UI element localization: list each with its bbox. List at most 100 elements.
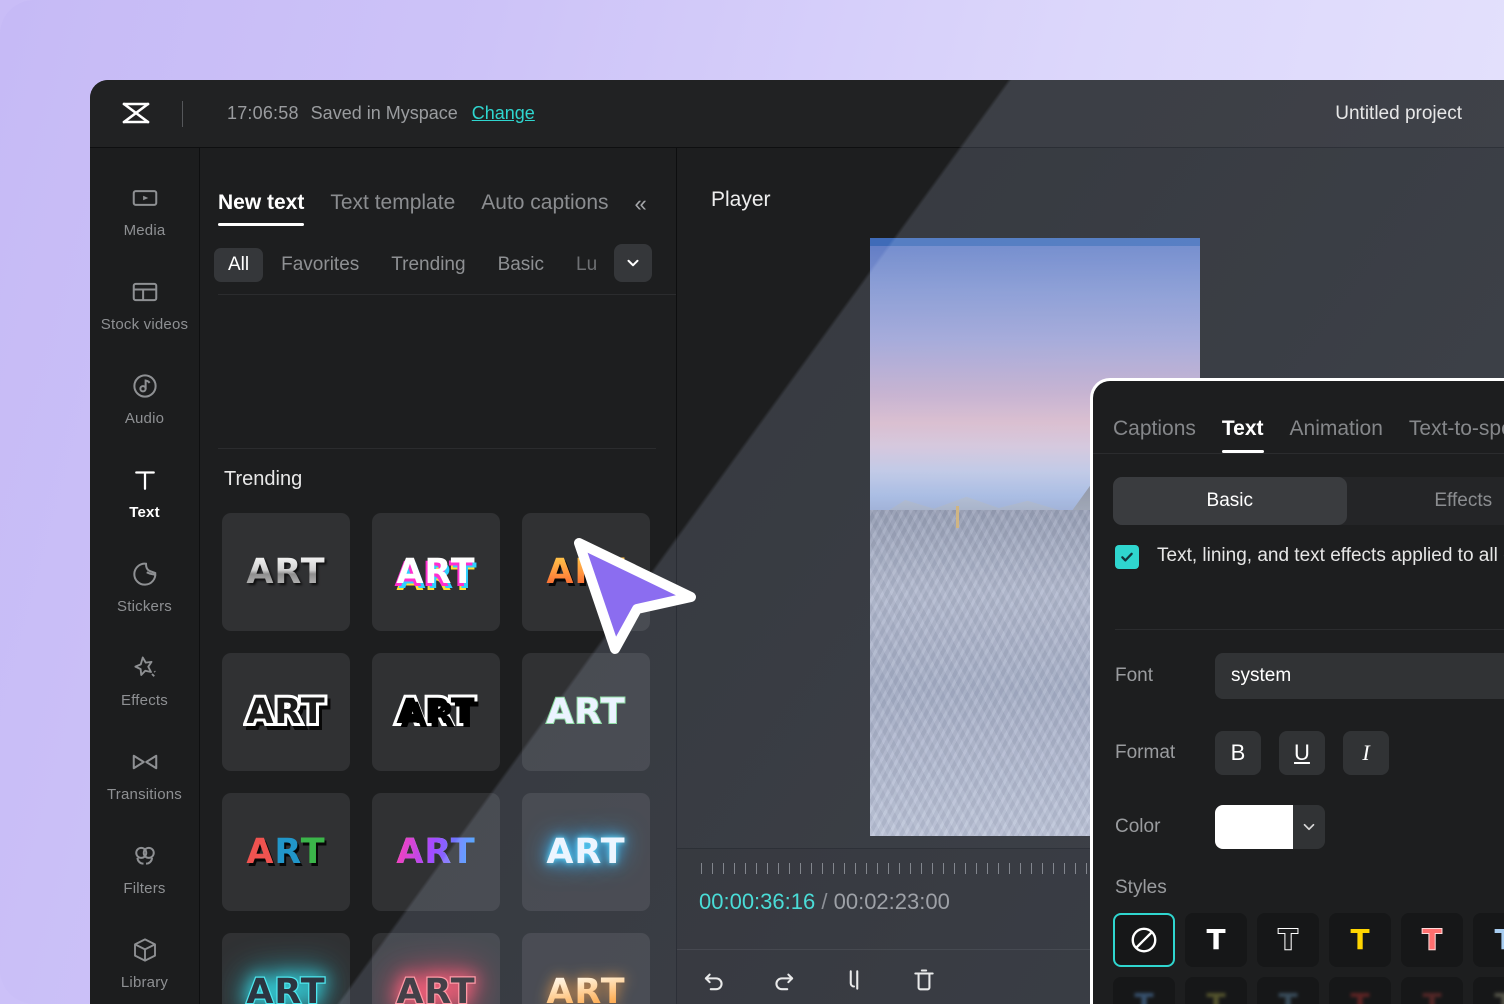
tabs-divider <box>218 294 676 295</box>
bold-button[interactable]: B <box>1215 731 1261 775</box>
style-swatch-none[interactable] <box>1113 913 1175 967</box>
italic-button[interactable]: I <box>1343 731 1389 775</box>
style-swatch-outline-white[interactable]: T <box>1257 913 1319 967</box>
tab-text[interactable]: Text <box>1221 417 1264 453</box>
tab-text-template[interactable]: Text template <box>330 191 455 226</box>
undo-icon[interactable] <box>695 961 733 999</box>
text-library-panel: New text Text template Auto captions « A… <box>200 148 677 1004</box>
apply-all-checkbox[interactable] <box>1115 545 1139 569</box>
color-picker[interactable] <box>1215 805 1325 849</box>
text-style-item[interactable]: ART <box>372 513 500 631</box>
color-swatch <box>1215 805 1293 849</box>
sidebar-item-audio[interactable]: Audio <box>90 352 199 446</box>
segment-effects[interactable]: Effects <box>1347 477 1504 525</box>
stock-videos-icon <box>130 277 160 307</box>
apply-all-captions-row: Text, lining, and text effects applied t… <box>1115 541 1504 571</box>
project-title[interactable]: Untitled project <box>1335 103 1462 125</box>
style-swatch-yellow[interactable]: T <box>1329 913 1391 967</box>
text-style-item[interactable]: ART <box>522 513 650 631</box>
text-style-item[interactable]: ART <box>372 653 500 771</box>
art-preview: ART <box>396 832 475 872</box>
trash-icon[interactable] <box>905 961 943 999</box>
text-style-item[interactable]: ART <box>522 653 650 771</box>
underline-button[interactable]: U <box>1279 731 1325 775</box>
text-style-grid: ART ART ART ART ART ART ART ART ART ART … <box>214 513 666 1004</box>
properties-tabs-divider <box>1093 453 1504 454</box>
art-preview: ART <box>546 832 626 872</box>
sidebar-item-library[interactable]: Library <box>90 916 199 1004</box>
text-icon <box>130 465 160 495</box>
color-label: Color <box>1115 816 1161 837</box>
text-style-item[interactable]: ART <box>372 793 500 911</box>
topbar-divider <box>182 100 183 127</box>
basic-effects-segmented-control: Basic Effects <box>1113 477 1504 525</box>
sidebar-item-transitions[interactable]: Transitions <box>90 728 199 822</box>
chip-favorites[interactable]: Favorites <box>267 248 373 282</box>
transitions-icon <box>130 747 160 777</box>
style-swatch-13[interactable]: T <box>1473 977 1504 1004</box>
sidebar-item-label: Filters <box>123 880 166 897</box>
tab-animation[interactable]: Animation <box>1290 417 1383 453</box>
sidebar-item-stickers[interactable]: Stickers <box>90 540 199 634</box>
text-style-item[interactable]: ART <box>222 793 350 911</box>
font-label: Font <box>1115 665 1154 686</box>
chip-basic[interactable]: Basic <box>484 248 558 282</box>
sidebar-item-filters[interactable]: Filters <box>90 822 199 916</box>
sidebar-item-text[interactable]: Text <box>90 446 199 540</box>
chips-divider <box>218 448 656 449</box>
style-swatch-red-outline[interactable]: T <box>1401 913 1463 967</box>
chevron-double-left-icon[interactable]: « <box>635 191 647 226</box>
timecode-display: 00:00:36:16 / 00:02:23:00 <box>699 889 950 915</box>
effects-icon <box>130 653 160 683</box>
chip-all[interactable]: All <box>214 248 264 282</box>
style-swatch-9[interactable]: T <box>1185 977 1247 1004</box>
segment-basic[interactable]: Basic <box>1113 477 1347 525</box>
capcut-logo-icon[interactable] <box>90 101 182 127</box>
section-title-trending: Trending <box>224 468 303 490</box>
tab-auto-captions[interactable]: Auto captions <box>481 191 608 226</box>
chevron-down-icon <box>1293 805 1325 849</box>
change-save-location-link[interactable]: Change <box>472 103 535 124</box>
tab-captions[interactable]: Captions <box>1113 417 1196 453</box>
media-icon <box>130 183 160 213</box>
sidebar-item-media[interactable]: Media <box>90 164 199 258</box>
player-label: Player <box>711 188 771 211</box>
apply-all-checkbox-label: Text, lining, and text effects applied t… <box>1157 545 1504 566</box>
redo-icon[interactable] <box>765 961 803 999</box>
text-style-item[interactable]: ART <box>522 933 650 1004</box>
text-style-item[interactable]: ART <box>372 933 500 1004</box>
total-time: 00:02:23:00 <box>833 889 950 914</box>
time-separator: / <box>821 889 828 914</box>
no-style-icon <box>1131 927 1157 953</box>
audio-icon <box>130 371 160 401</box>
left-sidebar: Media Stock videos Audio Text Stickers E… <box>90 148 200 1004</box>
chip-luminous[interactable]: Lu <box>562 248 611 282</box>
current-time: 00:00:36:16 <box>699 889 816 914</box>
chip-trending[interactable]: Trending <box>377 248 479 282</box>
style-swatch-10[interactable]: T <box>1257 977 1319 1004</box>
art-preview: ART <box>245 971 326 1004</box>
format-label: Format <box>1115 742 1176 763</box>
styles-label: Styles <box>1115 877 1167 898</box>
style-swatch-light-blue[interactable]: T <box>1473 913 1504 967</box>
text-style-item[interactable]: ART <box>222 653 350 771</box>
save-location-label: Saved in Myspace <box>310 103 458 123</box>
text-style-item[interactable]: ART <box>222 513 350 631</box>
chevron-down-icon[interactable] <box>614 244 652 282</box>
sidebar-item-effects[interactable]: Effects <box>90 634 199 728</box>
text-style-item[interactable]: ART <box>222 933 350 1004</box>
style-swatch-plain-white[interactable]: T <box>1185 913 1247 967</box>
tab-new-text[interactable]: New text <box>218 191 305 226</box>
text-style-item[interactable]: ART <box>522 793 650 911</box>
font-select[interactable]: system <box>1215 653 1504 699</box>
tab-text-to-speech[interactable]: Text-to-speech <box>1409 417 1504 453</box>
sidebar-item-stock-videos[interactable]: Stock videos <box>90 258 199 352</box>
style-swatch-12[interactable]: T <box>1401 977 1463 1004</box>
font-row: Font system <box>1115 653 1504 699</box>
split-icon[interactable] <box>835 961 873 999</box>
style-swatch-11[interactable]: T <box>1329 977 1391 1004</box>
style-swatch-8[interactable]: T <box>1113 977 1175 1004</box>
properties-section-divider <box>1115 629 1504 630</box>
video-top-strip <box>870 238 1200 246</box>
color-row: Color <box>1115 805 1504 849</box>
